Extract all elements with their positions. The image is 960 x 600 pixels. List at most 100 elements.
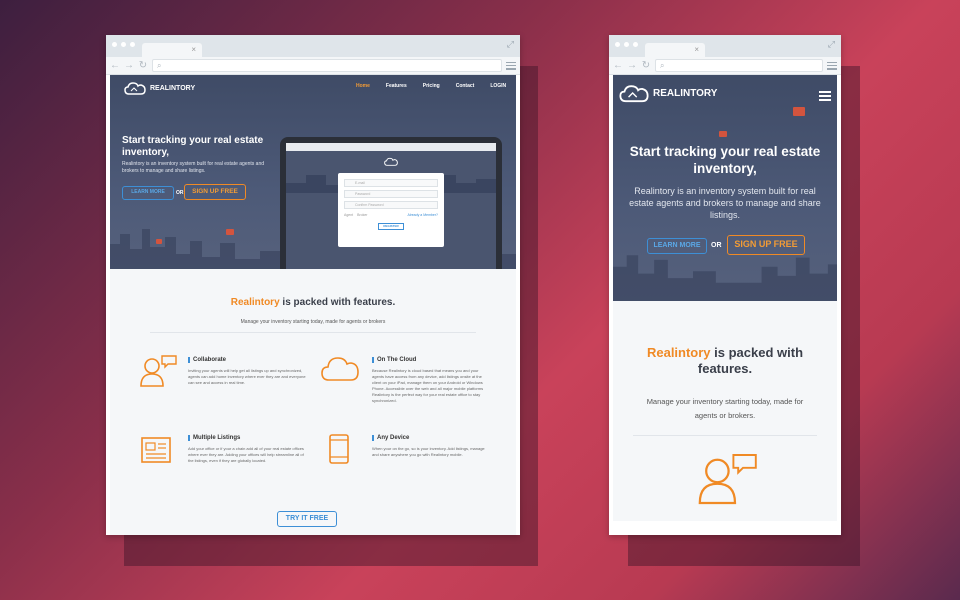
tab-close-icon[interactable]: × [191,45,196,54]
sign-up-button[interactable]: SIGN UP FREE [184,184,246,200]
notification-badge-icon [226,229,234,235]
notification-badge-icon [156,239,162,244]
forward-icon[interactable]: → [627,60,637,71]
hero-section: REALINTORY Home Features Pricing Contact… [110,75,516,269]
tab-close-icon[interactable]: × [694,45,699,54]
browser-toolbar: ← → ↻ ⌕ [106,57,520,75]
features-subtitle: Manage your inventory starting today, ma… [646,397,804,420]
sign-up-button[interactable]: SIGN UP FREE [727,235,805,255]
hero-description: Realintory is an inventory system built … [122,161,265,174]
email-field[interactable]: E-mail [344,179,438,187]
logo-text: REALINTORY [150,84,196,92]
site-logo[interactable]: REALINTORY [619,83,717,103]
mobile-browser-window: × ⤢ ← → ↻ ⌕ REALINTORY Start tracking yo… [609,35,841,535]
account-type-options: Agent Broker Already a Member? [344,213,438,217]
register-modal: E-mail Password Confirm Password Agent B… [338,173,444,247]
features-title-rest: is packed with features. [279,297,396,308]
learn-more-button[interactable]: LEARN MORE [122,186,174,200]
person-chat-icon [698,454,757,505]
mobile-device-icon [329,434,349,464]
desktop-browser-window: × ⤢ ← → ↻ ⌕ REALINTORY Home Features Pri… [106,35,520,535]
laptop-browser-bar [286,143,496,151]
mobile-features-section: Realintory is packed with features. Mana… [613,301,837,521]
city-skyline-illustration [613,255,837,301]
mobile-bottom-bar [609,521,841,535]
nav-home[interactable]: Home [356,83,370,89]
features-title-brand: Realintory [230,297,280,308]
nav-contact[interactable]: Contact [456,83,475,89]
feature-text: Inviting your agents will help get all l… [188,368,306,385]
search-icon: ⌕ [157,61,162,70]
window-controls[interactable] [112,42,135,47]
features-title: Realintory is packed with features. [110,297,516,308]
feature-title: Any Device [372,435,490,441]
mobile-hero-section: REALINTORY Start tracking your real esta… [613,75,837,301]
feature-on-the-cloud: On The Cloud Because Realintory is cloud… [372,357,490,404]
features-divider [150,332,476,333]
reload-icon[interactable]: ↻ [138,60,148,71]
notification-badge-icon [719,131,727,137]
features-subtitle: Manage your inventory starting today, ma… [240,319,386,325]
nav-features[interactable]: Features [386,83,407,89]
feature-text: Because Realintory is cloud based that m… [372,368,484,403]
newspaper-icon [141,437,171,463]
site-logo[interactable]: REALINTORY [124,81,195,95]
or-label: OR [176,190,184,196]
laptop-screen: E-mail Password Confirm Password Agent B… [286,143,496,269]
browser-tab-strip: × ⤢ [106,35,520,57]
hero-description: Realintory is an inventory system built … [629,186,821,220]
hero-title: Start tracking your real estate inventor… [122,135,264,158]
features-section: Realintory is packed with features. Mana… [110,269,516,535]
features-title-brand: Realintory [646,345,711,360]
person-chat-icon [140,355,177,387]
register-button[interactable]: REGISTER [378,223,404,230]
laptop-cloud-logo-icon [384,157,398,166]
browser-tab[interactable]: × [645,43,705,57]
feature-title: Collaborate [188,357,306,363]
feature-title: Multiple Listings [188,435,306,441]
search-icon: ⌕ [660,61,665,70]
confirm-password-field[interactable]: Confirm Password [344,201,438,209]
window-controls[interactable] [615,42,638,47]
browser-toolbar: ← → ↻ ⌕ [609,57,841,75]
browser-menu-icon[interactable] [506,61,516,70]
nav-pricing[interactable]: Pricing [423,83,440,89]
forward-icon[interactable]: → [124,60,134,71]
back-icon[interactable]: ← [110,60,120,71]
hamburger-menu-icon[interactable] [819,91,831,101]
already-member-link[interactable]: Already a Member? [407,213,438,217]
browser-tab-strip: × ⤢ [609,35,841,57]
notification-badge-icon [793,107,805,116]
try-it-free-button[interactable]: TRY IT FREE [277,511,337,527]
back-icon[interactable]: ← [613,60,623,71]
browser-menu-icon[interactable] [827,61,837,70]
features-title-rest: is packed with features. [697,345,804,376]
feature-collaborate: Collaborate Inviting your agents will he… [188,357,306,386]
expand-icon[interactable]: ⤢ [507,39,514,50]
hero-title: Start tracking your real estate inventor… [629,144,821,176]
feature-any-device: Any Device When your on the go, so is yo… [372,435,490,458]
feature-text: When your on the go, so is your inventor… [372,446,485,457]
browser-tab[interactable]: × [142,43,202,57]
features-title: Realintory is packed with features. [623,345,827,377]
address-bar[interactable]: ⌕ [152,59,502,72]
agent-option[interactable]: Agent [344,213,353,217]
feature-text: Add your office or if your a chain add a… [188,446,304,463]
expand-icon[interactable]: ⤢ [828,39,835,50]
address-bar[interactable]: ⌕ [655,59,823,72]
cloud-logo-icon [619,85,649,103]
cloud-icon [321,357,359,381]
nav-login[interactable]: LOGIN [490,83,506,89]
features-divider [633,435,817,436]
laptop-mockup: E-mail Password Confirm Password Agent B… [280,137,502,269]
feature-title: On The Cloud [372,357,490,363]
or-label: OR [711,242,722,249]
feature-multiple-listings: Multiple Listings Add your office or if … [188,435,306,464]
logo-text: REALINTORY [653,87,718,99]
broker-option[interactable]: Broker [357,213,367,217]
learn-more-button[interactable]: LEARN MORE [647,238,707,254]
top-navigation: Home Features Pricing Contact LOGIN [356,83,506,89]
cloud-logo-icon [124,82,146,95]
reload-icon[interactable]: ↻ [641,60,651,71]
password-field[interactable]: Password [344,190,438,198]
